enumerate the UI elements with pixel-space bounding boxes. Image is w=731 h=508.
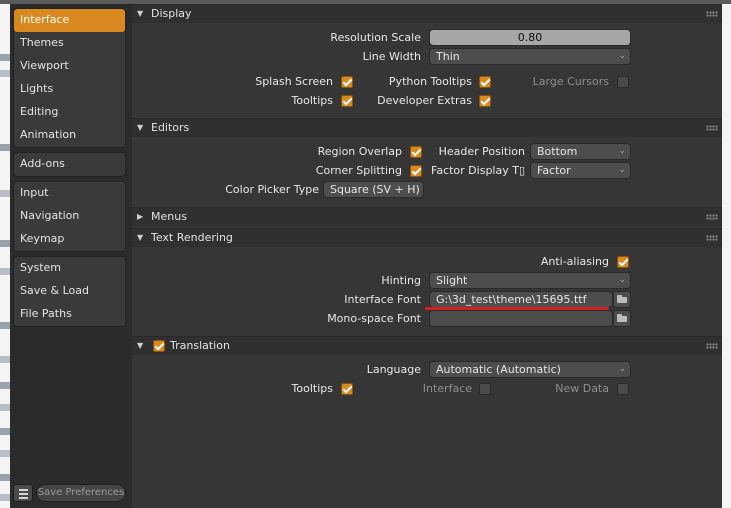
sidebar-item-file-paths[interactable]: File Paths xyxy=(14,303,125,326)
header-position-value: Bottom xyxy=(537,145,578,158)
line-width-value: Thin xyxy=(436,50,460,63)
mono-space-font-label: Mono-space Font xyxy=(327,312,421,325)
line-width-select[interactable]: Thin ⌄ xyxy=(429,48,631,65)
resolution-scale-slider[interactable]: 0.80 xyxy=(429,29,631,46)
sidebar-item-save-load[interactable]: Save & Load xyxy=(14,280,125,303)
corner-splitting-label: Corner Splitting xyxy=(315,164,402,177)
factor-display-select[interactable]: Factor ⌄ xyxy=(530,162,631,179)
large-cursors-checkbox[interactable] xyxy=(617,76,629,88)
tooltips-label: Tooltips xyxy=(291,94,333,107)
language-select[interactable]: Automatic (Automatic) ⌄ xyxy=(429,361,631,378)
sidebar-item-navigation[interactable]: Navigation xyxy=(14,205,125,228)
sidebar-item-system[interactable]: System xyxy=(14,257,125,280)
translation-new-data-label: New Data xyxy=(555,382,609,395)
region-overlap-label: Region Overlap xyxy=(317,145,402,158)
translation-tooltips-checkbox[interactable] xyxy=(341,383,353,395)
hinting-value: Slight xyxy=(436,274,468,287)
nav-group-system: System Save & Load File Paths xyxy=(13,256,126,327)
drag-grip-icon[interactable] xyxy=(706,11,718,17)
python-tooltips-label: Python Tooltips xyxy=(388,75,472,88)
developer-extras-checkbox[interactable] xyxy=(479,95,491,107)
panel-title: Text Rendering xyxy=(151,231,233,244)
chevron-updown-icon: ⌄ xyxy=(618,364,626,374)
interface-font-path-field[interactable]: G:\3d_test\theme\15695.ttf xyxy=(429,291,613,308)
splash-screen-label: Splash Screen xyxy=(255,75,333,88)
line-width-label: Line Width xyxy=(362,50,421,63)
sidebar-item-lights[interactable]: Lights xyxy=(14,78,125,101)
panel-header-editors[interactable]: ▼ Editors xyxy=(132,118,722,137)
chevron-updown-icon: ⌄ xyxy=(618,165,626,175)
hamburger-menu-icon[interactable] xyxy=(13,484,33,502)
collapsed-triangle-icon: ▶ xyxy=(137,212,144,221)
color-picker-type-value: Square (SV + H) xyxy=(330,183,420,196)
translation-enable-checkbox[interactable] xyxy=(153,340,165,352)
panel-title: Translation xyxy=(170,339,230,352)
sidebar-item-animation[interactable]: Animation xyxy=(14,124,125,147)
language-value: Automatic (Automatic) xyxy=(436,363,561,376)
drag-grip-icon[interactable] xyxy=(706,343,718,349)
drag-grip-icon[interactable] xyxy=(706,235,718,241)
splash-screen-checkbox[interactable] xyxy=(341,76,353,88)
python-tooltips-checkbox[interactable] xyxy=(479,76,491,88)
factor-display-label: Factor Display T▯ xyxy=(431,164,525,177)
sidebar-item-viewport[interactable]: Viewport xyxy=(14,55,125,78)
chevron-updown-icon: ⌄ xyxy=(618,51,626,61)
nav-group-addons: Add-ons xyxy=(13,152,126,177)
interface-font-label: Interface Font xyxy=(344,293,421,306)
preferences-sidebar: Interface Themes Viewport Lights Editing… xyxy=(10,4,132,508)
sidebar-item-input[interactable]: Input xyxy=(14,182,125,205)
language-label: Language xyxy=(366,363,421,376)
expanded-triangle-icon: ▼ xyxy=(137,341,144,350)
sidebar-item-keymap[interactable]: Keymap xyxy=(14,228,125,251)
panel-header-display[interactable]: ▼ Display xyxy=(132,4,722,23)
anti-aliasing-checkbox[interactable] xyxy=(617,256,629,268)
translation-interface-checkbox[interactable] xyxy=(479,383,491,395)
panel-title: Display xyxy=(151,7,192,20)
expanded-triangle-icon: ▼ xyxy=(137,233,144,242)
panel-header-text-rendering[interactable]: ▼ Text Rendering xyxy=(132,228,722,247)
folder-icon[interactable] xyxy=(613,291,631,308)
sidebar-item-themes[interactable]: Themes xyxy=(14,32,125,55)
save-preferences-button[interactable]: Save Preferences xyxy=(36,484,126,502)
sidebar-item-interface[interactable]: Interface xyxy=(14,9,125,32)
expanded-triangle-icon: ▼ xyxy=(137,123,144,132)
drag-grip-icon[interactable] xyxy=(706,214,718,220)
hinting-select[interactable]: Slight ⌄ xyxy=(429,272,631,289)
region-overlap-checkbox[interactable] xyxy=(410,146,422,158)
translation-tooltips-label: Tooltips xyxy=(291,382,333,395)
resolution-scale-label: Resolution Scale xyxy=(330,31,421,44)
hinting-label: Hinting xyxy=(381,274,421,287)
folder-icon[interactable] xyxy=(613,310,631,327)
expanded-triangle-icon: ▼ xyxy=(137,9,144,18)
sidebar-footer: Save Preferences xyxy=(13,484,126,504)
anti-aliasing-label: Anti-aliasing xyxy=(540,255,609,268)
drag-grip-icon[interactable] xyxy=(706,125,718,131)
large-cursors-label: Large Cursors xyxy=(532,75,609,88)
nav-group-interface: Interface Themes Viewport Lights Editing… xyxy=(13,8,126,148)
chevron-updown-icon: ⌄ xyxy=(618,146,626,156)
tooltips-checkbox[interactable] xyxy=(341,95,353,107)
window-right-border xyxy=(722,4,731,508)
panel-title: Menus xyxy=(151,210,187,223)
translation-new-data-checkbox[interactable] xyxy=(617,383,629,395)
panel-header-menus[interactable]: ▶ Menus xyxy=(132,207,722,226)
color-picker-type-select[interactable]: Square (SV + H) xyxy=(323,181,424,198)
panel-title: Editors xyxy=(151,121,190,134)
translation-interface-label: Interface xyxy=(422,382,472,395)
header-position-label: Header Position xyxy=(438,145,525,158)
sidebar-item-editing[interactable]: Editing xyxy=(14,101,125,124)
factor-display-value: Factor xyxy=(537,164,571,177)
panel-header-translation[interactable]: ▼ Translation xyxy=(132,336,722,355)
background-window-strip xyxy=(0,4,10,508)
developer-extras-label: Developer Extras xyxy=(377,94,472,107)
color-picker-type-label: Color Picker Type xyxy=(225,183,319,196)
chevron-updown-icon: ⌄ xyxy=(618,275,626,285)
sidebar-item-addons[interactable]: Add-ons xyxy=(14,153,125,176)
header-position-select[interactable]: Bottom ⌄ xyxy=(530,143,631,160)
mono-space-font-path-field[interactable] xyxy=(429,310,613,327)
corner-splitting-checkbox[interactable] xyxy=(410,165,422,177)
nav-group-input: Input Navigation Keymap xyxy=(13,181,126,252)
preferences-main-panel: ▼ Display Resolution Scale 0.80 Line Wid… xyxy=(132,4,722,508)
